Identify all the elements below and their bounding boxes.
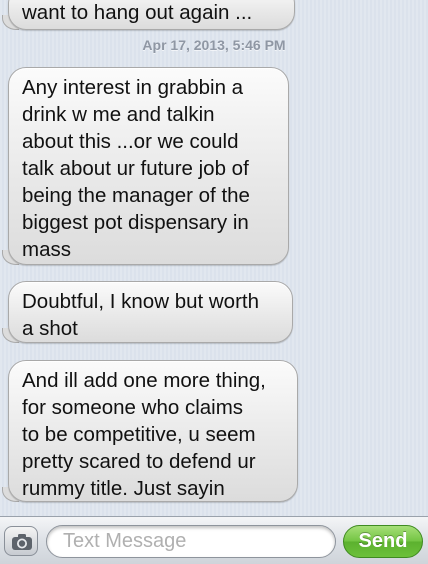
received-message-bubble[interactable]: Doubtful, I know but worth a shot [2,281,293,343]
received-message-bubble[interactable]: want to hang out again ... [2,0,295,30]
camera-icon [12,534,32,550]
send-button[interactable]: Send [343,525,423,558]
message-input[interactable] [46,525,336,558]
received-message-bubble[interactable]: And ill add one more thing, for someone … [2,360,298,502]
message-thread[interactable]: want to hang out again ... Apr 17, 2013,… [0,0,428,516]
received-message-bubble[interactable]: Any interest in grabbin a drink w me and… [2,67,289,265]
message-composer: Send [0,516,428,564]
camera-button[interactable] [4,526,38,556]
message-timestamp: Apr 17, 2013, 5:46 PM [142,37,286,53]
